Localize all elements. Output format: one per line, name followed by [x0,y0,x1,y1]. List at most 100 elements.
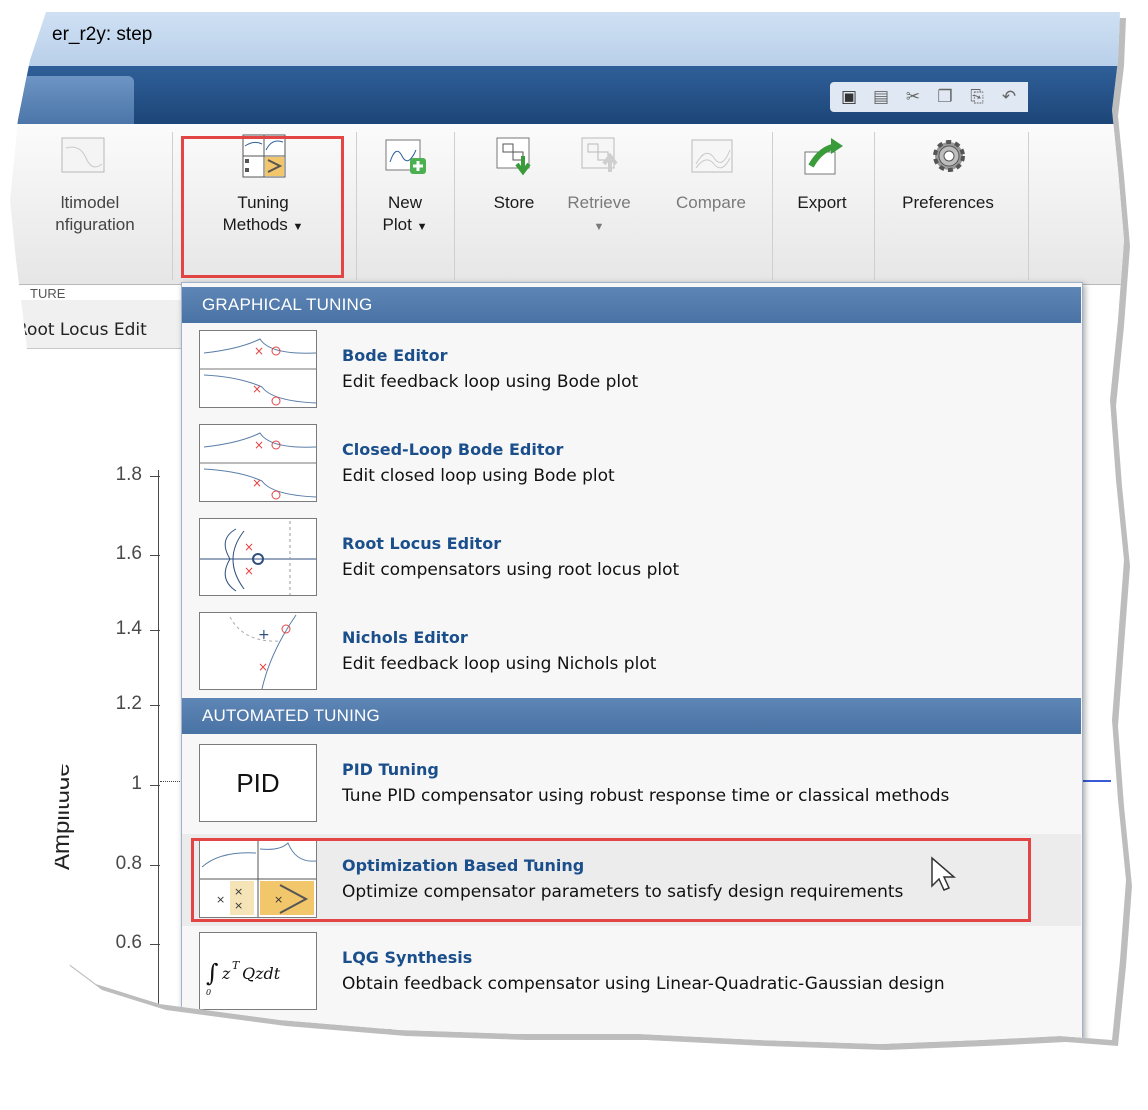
compare-button[interactable]: Compare [664,130,758,214]
y-tick-label: 1.6 [115,543,142,564]
svg-text:×: × [252,382,262,396]
retrieve-label: Retrieve [567,193,631,212]
svg-text:∫: ∫ [206,959,219,987]
y-tick-mark [150,944,160,945]
multimodel-label-2: nfiguration [55,215,135,234]
y-tick-label: 1.4 [115,618,142,639]
y-tick-mark [150,630,160,631]
menu-item-closed-loop-bode-editor[interactable]: × × Closed-Loop Bode Editor Edit closed l… [182,418,1081,510]
svg-text:×: × [254,438,264,452]
copy-icon[interactable]: ❐ [934,86,956,108]
store-button[interactable]: Store [478,130,550,214]
menu-item-desc: Edit feedback loop using Nichols plot [342,654,657,674]
compare-icon [690,134,733,176]
svg-text:×: × [252,476,262,490]
multimodel-label-1: ltimodel [60,193,120,212]
y-tick-mark [150,785,160,786]
y-tick-mark [150,555,160,556]
pid-icon-text: PID [236,768,280,798]
toolstrip-section-label: TURE [30,286,66,301]
menu-item-title: LQG Synthesis [342,948,473,967]
gear-icon [927,134,969,176]
toolstrip-separator [172,132,173,280]
svg-text:×: × [258,660,268,674]
menu-item-desc: Obtain feedback compensator using Linear… [342,974,945,994]
menu-item-title: PID Tuning [342,760,439,779]
chevron-down-icon: ▼ [416,221,428,233]
torn-screenshot-frame: er_r2y: step ▣ ▤ ✂ ❐ ⎘ ↶ ltimodel nfigur… [10,12,1126,1044]
pid-icon: PID [199,744,317,822]
new-plot-label-2: Plot [382,215,412,234]
menu-item-desc: Edit feedback loop using Bode plot [342,372,639,392]
y-tick-mark [150,865,160,866]
optimization-highlight [191,838,1031,922]
graphical-tuning-header: GRAPHICAL TUNING [182,287,1081,323]
toolstrip-separator [454,132,455,280]
export-icon [801,134,843,176]
loop-shaping-icon [199,1024,317,1044]
new-plot-label-1: New [387,193,422,212]
window-title-bar: er_r2y: step [10,12,1126,66]
bode-editor-icon: × × [199,330,317,408]
tuning-methods-highlight [181,136,344,278]
store-label: Store [493,193,535,212]
svg-text:×: × [244,564,254,578]
nichols-icon: + × [199,612,317,690]
retrieve-button[interactable]: Retrieve ▼ [558,130,640,238]
tile-icon[interactable]: ▣ [838,86,860,108]
svg-text:T: T [232,959,241,972]
menu-item-pid-tuning[interactable]: PID PID Tuning Tune PID compensator usin… [182,738,1081,830]
svg-text:0: 0 [206,988,211,997]
paste-icon[interactable]: ⎘ [966,86,988,108]
menu-item-bode-editor[interactable]: × × Bode Editor Edit feedback loop using … [182,324,1081,416]
export-button[interactable]: Export [786,130,858,214]
y-tick-label: 0.6 [115,932,142,953]
y-tick-label: 1.2 [115,693,142,714]
svg-text:z: z [221,964,231,983]
window-title: er_r2y: step [52,24,153,45]
undo-icon[interactable]: ↶ [998,86,1020,108]
y-axis-label: Amplitude [48,763,75,870]
cut-icon[interactable]: ✂ [902,86,924,108]
menu-item-desc: Edit closed loop using Bode plot [342,466,615,486]
menu-item-lqg-synthesis[interactable]: ∫ z T Qzdt 0 LQG Synthesis Obtain feedback c… [182,926,1081,1018]
ribbon-tab[interactable] [10,76,134,124]
export-label: Export [797,193,847,212]
retrieve-icon [578,134,620,176]
toolstrip-separator [874,132,875,280]
document-tab[interactable]: Root Locus Edit [16,320,147,340]
root-locus-icon: × × [199,518,317,596]
automated-tuning-header: AUTOMATED TUNING [182,698,1081,734]
reference-line [160,781,182,782]
menu-item-nichols-editor[interactable]: + × Nichols Editor Edit feedback loop usi… [182,606,1081,698]
y-tick-label: 1.8 [115,464,142,485]
store-icon [493,134,535,176]
multimodel-configuration-button[interactable]: ltimodel nfiguration [10,130,160,236]
save-icon[interactable]: ▤ [870,86,892,108]
svg-text:×: × [254,344,264,358]
svg-text:×: × [244,540,254,554]
response-line-segment [1081,780,1111,782]
quick-access-toolbar: ▣ ▤ ✂ ❐ ⎘ ↶ [830,82,1028,112]
chevron-down-icon: ▼ [593,221,605,233]
menu-item-loop-shaping[interactable]: Shaping [182,1018,1081,1044]
toolstrip-separator [772,132,773,280]
new-plot-icon [384,134,426,176]
svg-text:Qzdt: Qzdt [242,964,281,983]
closed-loop-bode-icon: × × [199,424,317,502]
menu-item-desc: Edit compensators using root locus plot [342,560,680,580]
y-tick-label: 1 [131,773,142,794]
plot-y-axis [158,470,159,1030]
compare-label: Compare [676,193,746,212]
new-plot-button[interactable]: New Plot ▼ [370,130,440,238]
lqg-icon: ∫ z T Qzdt 0 [199,932,317,1010]
toolstrip-separator [1028,132,1029,280]
menu-item-title: Nichols Editor [342,628,468,647]
preferences-button[interactable]: Preferences [886,130,1010,214]
preferences-label: Preferences [902,193,994,212]
y-tick-mark [150,705,160,706]
svg-text:+: + [258,627,270,643]
toolstrip-separator [356,132,357,280]
menu-item-root-locus-editor[interactable]: × × Root Locus Editor Edit compensators u… [182,512,1081,604]
multimodel-icon [60,134,105,176]
